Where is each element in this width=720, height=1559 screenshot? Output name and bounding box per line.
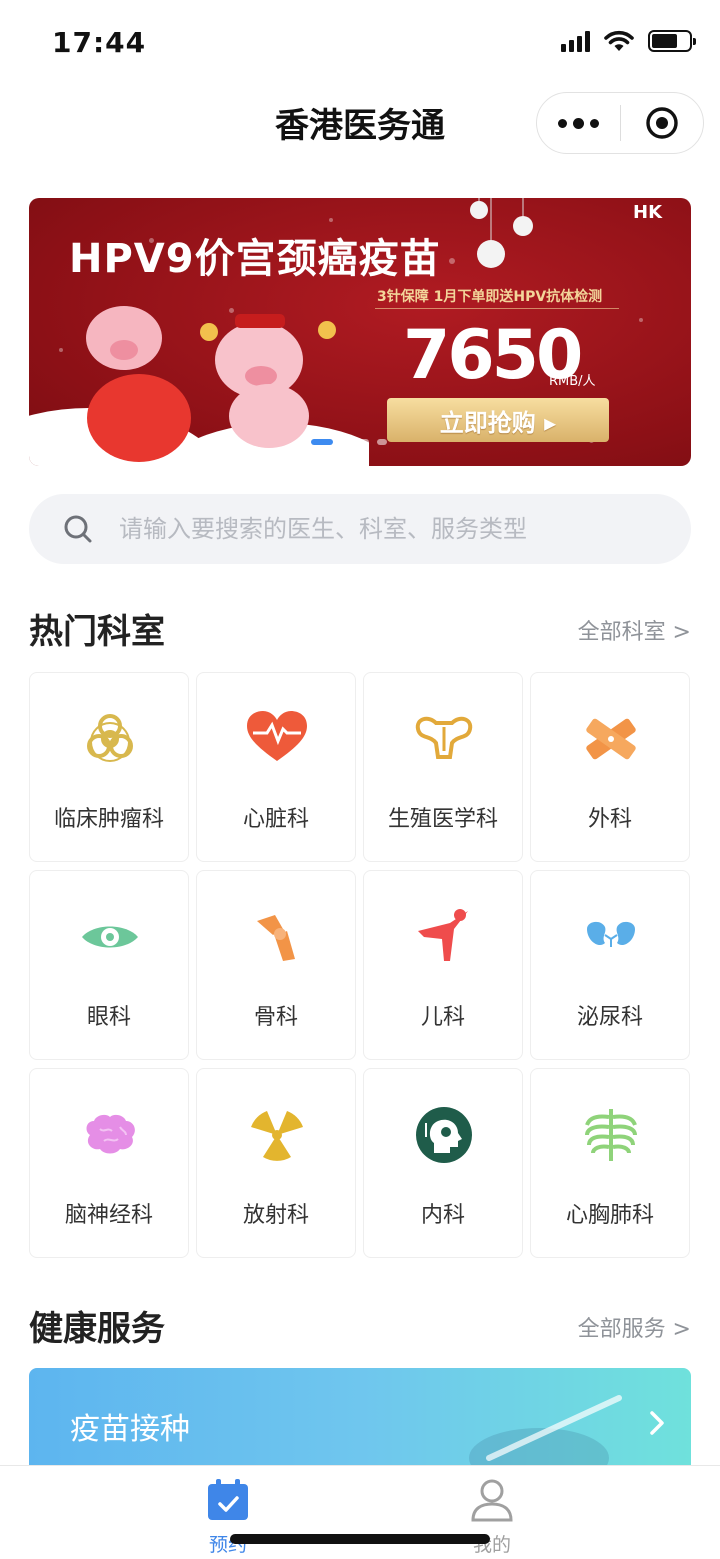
status-bar: 17:44 — [0, 0, 720, 88]
department-cardiothoracic[interactable]: 心胸肺科 — [530, 1068, 690, 1258]
calendar-icon — [208, 1479, 248, 1520]
department-label: 生殖医学科 — [387, 807, 498, 832]
department-pediatrics[interactable]: 儿科 — [363, 870, 523, 1060]
status-icons — [561, 30, 696, 52]
hot-departments-header: 热门科室 全部科室 > — [29, 604, 691, 654]
banner-divider — [375, 308, 619, 309]
buy-now-button[interactable]: 立即抢购 ▸ — [387, 398, 609, 442]
syringe-illustration — [469, 1395, 622, 1478]
search-bar[interactable] — [29, 494, 691, 564]
biohazard-icon — [87, 714, 133, 762]
department-label: 放射科 — [242, 1203, 309, 1228]
ribcage-icon — [585, 1109, 637, 1161]
section-title: 热门科室 — [29, 612, 165, 652]
head-medical-icon — [416, 1107, 472, 1163]
tab-mine[interactable]: 我的 — [442, 1478, 542, 1558]
more-options-button[interactable] — [537, 93, 620, 153]
bone-joint-icon — [257, 915, 295, 961]
department-radiology[interactable]: 放射科 — [196, 1068, 356, 1258]
kidney-icon — [587, 921, 635, 947]
brand-logo: HK — [633, 202, 663, 223]
department-orthopedics[interactable]: 骨科 — [196, 870, 356, 1060]
cellular-signal-icon — [561, 30, 590, 52]
heart-icon — [247, 711, 307, 761]
department-grid: 临床肿瘤科 心脏科 生殖医学科 外科 眼科 骨科 儿科 泌尿科 脑神经科 放射科… — [29, 672, 691, 1258]
promo-banner[interactable]: HK HPV9价宫颈癌疫苗 3针保障 1月下单即送HPV抗体检测 7650 RM… — [29, 198, 691, 466]
all-departments-link[interactable]: 全部科室 > — [578, 614, 691, 646]
wifi-icon — [604, 30, 634, 51]
department-oncology[interactable]: 临床肿瘤科 — [29, 672, 189, 862]
department-label: 心胸肺科 — [565, 1203, 654, 1228]
all-services-link[interactable]: 全部服务 > — [578, 1311, 691, 1343]
banner-subtitle: 3针保障 1月下单即送HPV抗体检测 — [377, 289, 603, 305]
department-ophthalmology[interactable]: 眼科 — [29, 870, 189, 1060]
bandage-icon — [586, 718, 636, 760]
department-label: 眼科 — [86, 1005, 131, 1030]
target-close-icon — [646, 107, 678, 139]
banner-price-unit: RMB/人 — [549, 374, 596, 389]
eye-icon — [82, 926, 138, 948]
search-input[interactable] — [119, 515, 659, 543]
radiation-icon — [251, 1111, 303, 1161]
miniprogram-capsule — [536, 92, 704, 154]
uterus-icon — [415, 716, 473, 759]
department-label: 儿科 — [420, 1005, 465, 1030]
health-services-header: 健康服务 全部服务 > — [29, 1301, 691, 1351]
department-label: 骨科 — [253, 1005, 298, 1030]
department-label: 心脏科 — [242, 807, 309, 832]
brain-icon — [86, 1114, 135, 1154]
tab-appointment[interactable]: 预约 — [178, 1478, 278, 1558]
carousel-indicator — [311, 439, 387, 445]
department-urology[interactable]: 泌尿科 — [530, 870, 690, 1060]
service-label: 疫苗接种 — [70, 1412, 190, 1447]
navigation-bar: 香港医务通 — [0, 88, 720, 160]
home-indicator[interactable] — [230, 1534, 490, 1544]
service-vaccination-card[interactable]: 疫苗接种 — [29, 1368, 691, 1478]
section-title: 健康服务 — [29, 1309, 165, 1349]
ornament-icon — [470, 198, 533, 268]
department-label: 脑神经科 — [64, 1203, 153, 1228]
department-neurology[interactable]: 脑神经科 — [29, 1068, 189, 1258]
chevron-right-icon — [650, 1411, 664, 1435]
status-time: 17:44 — [52, 26, 147, 59]
tab-bar: 预约 我的 — [0, 1465, 720, 1559]
department-label: 泌尿科 — [576, 1005, 643, 1030]
department-cardiology[interactable]: 心脏科 — [196, 672, 356, 862]
search-icon — [64, 515, 92, 543]
department-internal-medicine[interactable]: 内科 — [363, 1068, 523, 1258]
department-label: 外科 — [587, 807, 632, 832]
department-label: 内科 — [420, 1203, 465, 1228]
department-surgery[interactable]: 外科 — [530, 672, 690, 862]
child-icon — [418, 909, 468, 961]
user-icon — [471, 1479, 513, 1522]
banner-title: HPV9价宫颈癌疫苗 — [69, 236, 441, 282]
battery-icon — [648, 30, 696, 52]
close-miniprogram-button[interactable] — [621, 93, 703, 153]
department-reproductive[interactable]: 生殖医学科 — [363, 672, 523, 862]
department-label: 临床肿瘤科 — [53, 807, 164, 832]
